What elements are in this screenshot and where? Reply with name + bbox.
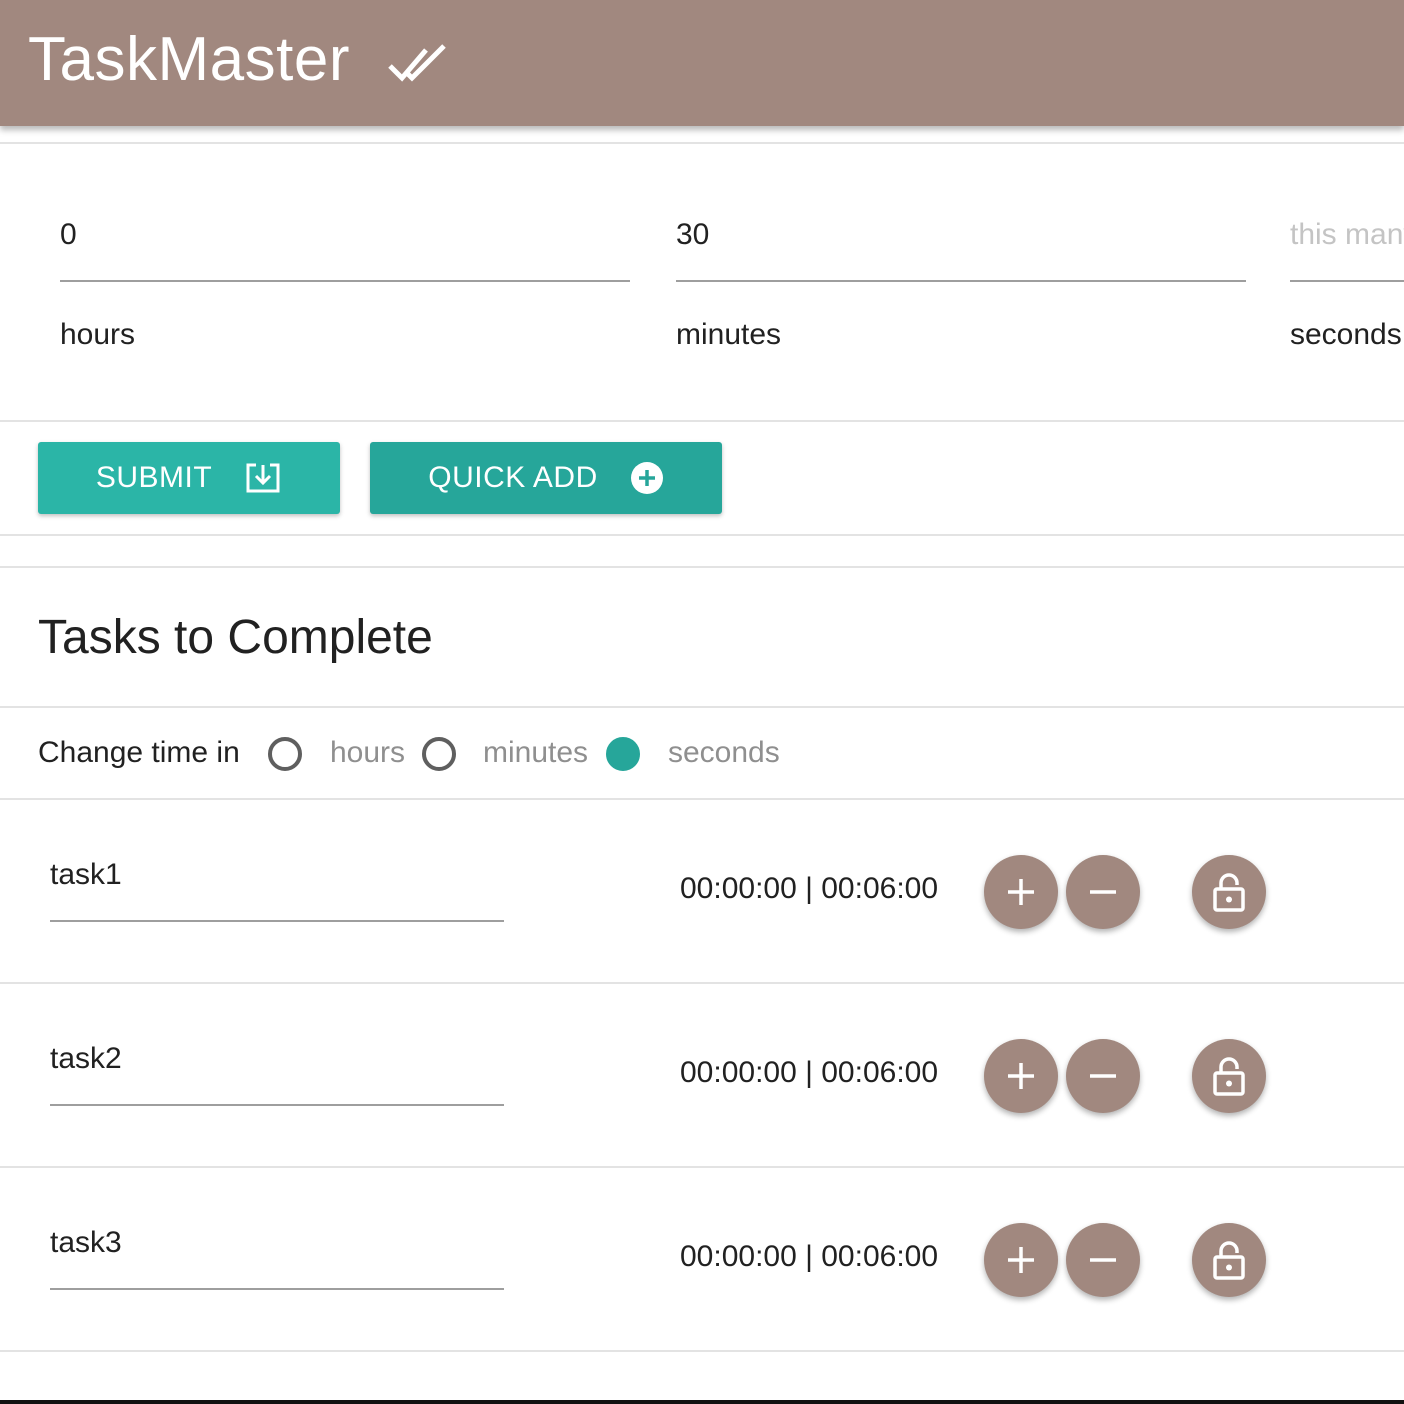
app-title: TaskMaster — [28, 25, 350, 94]
change-time-row: Change time in hours minutes seconds — [0, 708, 1404, 798]
task-time: 00:00:00 | 00:06:00 — [680, 872, 939, 905]
task-name-input[interactable] — [50, 844, 504, 922]
decrease-time-button[interactable] — [1066, 1039, 1140, 1113]
save-download-icon — [246, 463, 280, 493]
plus-icon — [1008, 1247, 1034, 1273]
plus-icon — [1008, 1063, 1034, 1089]
add-circle-icon — [630, 462, 663, 494]
radio-minutes-label[interactable]: minutes — [483, 736, 588, 770]
task-name-input[interactable] — [50, 1212, 504, 1290]
tasks-section-title: Tasks to Complete — [38, 611, 433, 664]
lock-task-button[interactable] — [1192, 855, 1266, 929]
minus-icon — [1090, 1074, 1116, 1078]
radio-hours[interactable] — [268, 737, 302, 771]
unlock-icon — [1213, 1057, 1245, 1096]
unlock-icon — [1213, 873, 1245, 912]
seconds-label: seconds — [1290, 318, 1402, 351]
decrease-time-button[interactable] — [1066, 855, 1140, 929]
radio-seconds[interactable] — [606, 737, 640, 771]
minutes-label: minutes — [676, 318, 782, 351]
hours-input[interactable] — [60, 190, 630, 282]
change-time-label: Change time in — [38, 736, 240, 769]
task-time: 00:00:00 | 00:06:00 — [680, 1056, 939, 1089]
minus-icon — [1090, 890, 1116, 894]
radio-minutes[interactable] — [422, 737, 456, 771]
lock-task-button[interactable] — [1192, 1223, 1266, 1297]
plus-icon — [1008, 879, 1034, 905]
minutes-input[interactable] — [676, 190, 1246, 282]
minus-icon — [1090, 1258, 1116, 1262]
quick-add-button[interactable]: QUICK ADD — [370, 442, 722, 514]
submit-button-label: SUBMIT — [95, 461, 213, 494]
quick-add-button-label: QUICK ADD — [428, 461, 598, 494]
divider — [0, 534, 1404, 536]
divider — [0, 142, 1404, 144]
task-time: 00:00:00 | 00:06:00 — [680, 1240, 939, 1273]
app-bar: TaskMaster — [0, 0, 1404, 126]
divider — [0, 1350, 1404, 1352]
task-row: 00:00:00 | 00:06:00 — [0, 984, 1404, 1168]
increase-time-button[interactable] — [984, 1039, 1058, 1113]
double-check-icon — [388, 44, 446, 82]
divider — [0, 566, 1404, 568]
lock-task-button[interactable] — [1192, 1039, 1266, 1113]
radio-seconds-label[interactable]: seconds — [668, 736, 780, 770]
increase-time-button[interactable] — [984, 1223, 1058, 1297]
task-row: 00:00:00 | 00:06:00 — [0, 1168, 1404, 1352]
task-name-input[interactable] — [50, 1028, 504, 1106]
seconds-input[interactable] — [1290, 190, 1404, 282]
radio-hours-label[interactable]: hours — [330, 736, 405, 770]
hours-label: hours — [60, 318, 136, 351]
task-row: 00:00:00 | 00:06:00 — [0, 800, 1404, 984]
unlock-icon — [1213, 1241, 1245, 1280]
submit-button[interactable]: SUBMIT — [38, 442, 340, 514]
decrease-time-button[interactable] — [1066, 1223, 1140, 1297]
window-bottom-edge — [0, 1400, 1404, 1404]
increase-time-button[interactable] — [984, 855, 1058, 929]
divider — [0, 420, 1404, 422]
